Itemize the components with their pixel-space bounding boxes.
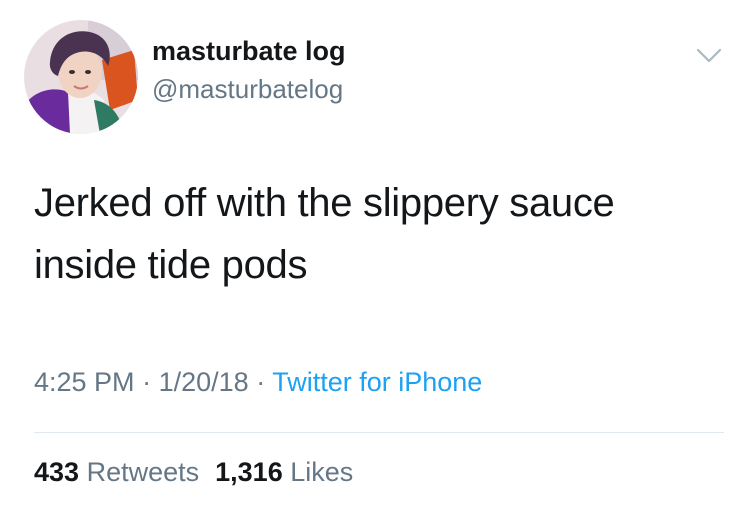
tweet-date[interactable]: 1/20/18 [159,367,249,397]
likes-stat[interactable]: 1,316 Likes [215,457,353,487]
meta-separator: · [256,367,266,397]
likes-label: Likes [290,457,354,487]
likes-count: 1,316 [215,457,283,487]
retweets-label: Retweets [86,457,200,487]
tweet-source-link[interactable]: Twitter for iPhone [272,367,482,397]
profile-photo [24,20,138,134]
tweet-meta: 4:25 PM · 1/20/18 · Twitter for iPhone [34,367,482,398]
tweet-text-line: Jerked off with the slippery sauce [34,181,615,225]
chevron-down-icon[interactable] [694,44,724,66]
user-handle[interactable]: @masturbatelog [152,74,343,105]
display-name[interactable]: masturbate log [152,36,346,67]
tweet-text-line: inside tide pods [34,243,308,287]
divider [34,432,724,433]
tweet-stats: 433 Retweets 1,316 Likes [34,457,353,488]
tweet-time[interactable]: 4:25 PM [34,367,135,397]
retweets-count: 433 [34,457,80,487]
meta-separator: · [142,367,152,397]
tweet-card: masturbate log @masturbatelog Jerked off… [0,0,750,517]
avatar[interactable] [24,20,138,134]
retweets-stat[interactable]: 433 Retweets [34,457,199,487]
tweet-text: Jerked off with the slippery sauce insid… [34,172,724,296]
